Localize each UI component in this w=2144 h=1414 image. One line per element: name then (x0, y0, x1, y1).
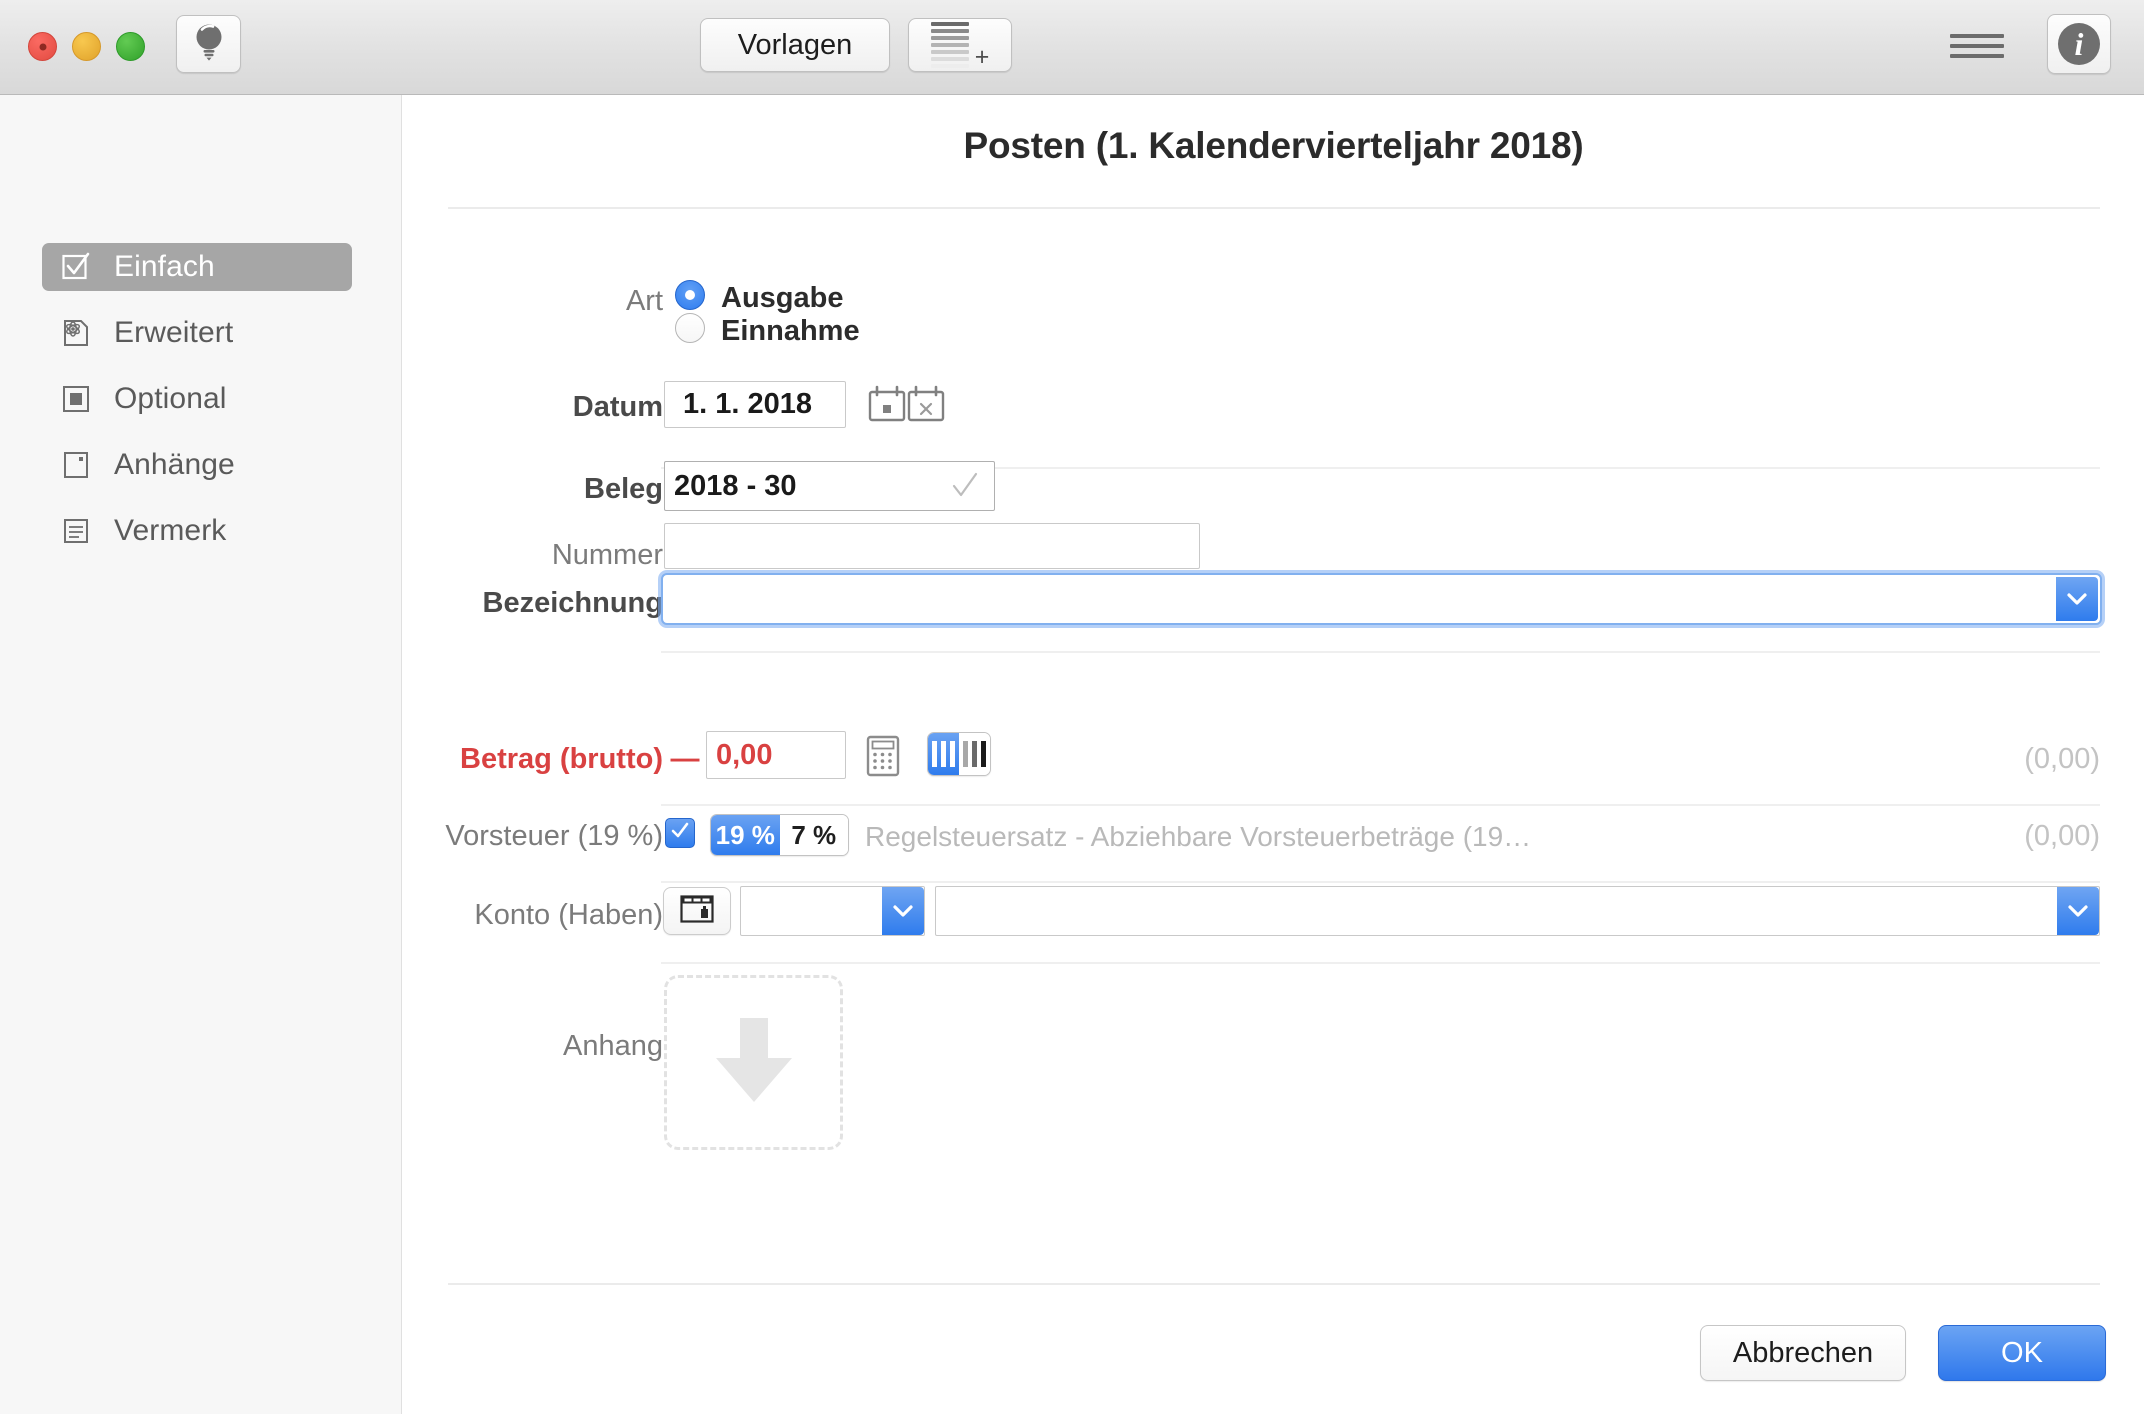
rate-option-19[interactable]: 19 % (711, 815, 780, 855)
beleg-label: Beleg (584, 473, 663, 505)
beleg-input[interactable]: 2018 - 30 (664, 461, 995, 511)
sidebar-item-optional[interactable]: Optional (42, 375, 352, 423)
divider-after-bezeichnung (661, 651, 2100, 653)
betrag-display-toggle[interactable] (927, 732, 991, 776)
sidebar-item-label: Erweitert (114, 316, 234, 349)
nummer-input[interactable] (664, 523, 1200, 569)
datum-input[interactable]: 1. 1. 2018 (664, 381, 846, 428)
sidebar-item-label: Anhänge (114, 448, 235, 481)
page-dot-icon (60, 449, 92, 481)
art-label: Art (625, 285, 663, 317)
templates-button-label: Vorlagen (737, 28, 853, 61)
konto-account-combobox[interactable] (935, 886, 2100, 936)
titlebar: Vorlagen + i (0, 0, 2144, 95)
sidebar-item-vermerk[interactable]: Vermerk (42, 507, 352, 555)
sidebar-item-label: Vermerk (114, 514, 227, 547)
anhang-label: Anhang (563, 1030, 663, 1062)
divider-after-konto (661, 962, 2100, 964)
chevron-down-icon[interactable] (882, 887, 924, 935)
radio-einnahme[interactable] (675, 313, 705, 343)
minimize-window-button[interactable] (72, 32, 101, 61)
divider-after-betrag (661, 804, 2100, 806)
cancel-button-label: Abbrechen (1732, 1336, 1874, 1369)
calendar-clear-icon[interactable] (906, 385, 946, 423)
bars-light-icon (932, 741, 955, 767)
radio-einnahme-label: Einnahme (721, 315, 860, 347)
ok-button-label: OK (2001, 1336, 2043, 1369)
download-arrow-icon (707, 1010, 801, 1115)
beleg-value: 2018 - 30 (674, 469, 797, 502)
rate-option-7[interactable]: 7 % (779, 815, 848, 855)
document-add-icon: + (930, 22, 989, 70)
atom-document-icon (60, 317, 92, 349)
cancel-button[interactable]: Abbrechen (1700, 1325, 1906, 1381)
vorsteuer-computed: (0,00) (2024, 820, 2100, 852)
close-window-button[interactable] (28, 32, 57, 61)
konto-ledger-button[interactable] (663, 887, 731, 935)
sidebar-item-label: Optional (114, 382, 227, 415)
betrag-input[interactable]: 0,00 (706, 731, 846, 779)
tips-button[interactable] (176, 15, 241, 73)
chevron-down-icon[interactable] (2057, 887, 2099, 935)
checkmark-icon (670, 821, 690, 846)
info-icon: i (2058, 23, 2100, 65)
ok-button[interactable]: OK (1938, 1325, 2106, 1381)
filled-square-icon (60, 383, 92, 415)
checkbox-checked-icon (60, 251, 92, 283)
datum-value: 1. 1. 2018 (683, 388, 812, 420)
checkmark-icon (952, 472, 978, 505)
maximize-window-button[interactable] (116, 32, 145, 61)
betrag-computed: (0,00) (2024, 743, 2100, 775)
window-controls (28, 32, 145, 61)
sidebar-item-einfach[interactable]: Einfach (42, 243, 352, 291)
calendar-today-icon[interactable] (867, 385, 907, 423)
betrag-sign: — (670, 743, 700, 775)
bars-dark-icon (963, 741, 986, 767)
sidebar-item-anhaenge[interactable]: Anhänge (42, 441, 352, 489)
bezeichnung-label: Bezeichnung (482, 587, 663, 619)
calculator-icon[interactable] (866, 735, 900, 782)
info-button[interactable]: i (2047, 14, 2111, 74)
sidebar-item-label: Einfach (114, 250, 215, 283)
dialog-content: Posten (1. Kalendervierteljahr 2018) Art… (403, 95, 2144, 1414)
betrag-label: Betrag (brutto) (460, 743, 663, 775)
toggle-option-dark[interactable] (959, 733, 990, 775)
title-divider (448, 207, 2100, 209)
konto-label: Konto (Haben) (474, 899, 663, 931)
vorsteuer-label: Vorsteuer (19 %) (445, 820, 663, 852)
sidebar: Einfach Erweitert Optional Anhänge Verme… (0, 95, 402, 1414)
vorsteuer-description: Regelsteuersatz - Abziehbare Vorsteuerbe… (865, 821, 1532, 852)
divider-after-vorsteuer (661, 881, 2100, 883)
sidebar-nav: Einfach Erweitert Optional Anhänge Verme… (42, 243, 352, 573)
vorsteuer-rate-toggle[interactable]: 19 % 7 % (710, 814, 849, 856)
list-view-button[interactable] (1950, 28, 2004, 64)
toggle-option-light[interactable] (928, 733, 959, 775)
bezeichnung-combobox[interactable] (661, 573, 2102, 625)
sidebar-item-erweitert[interactable]: Erweitert (42, 309, 352, 357)
info-glyph: i (2074, 26, 2084, 62)
datum-label: Datum (572, 391, 663, 423)
lightbulb-icon (193, 22, 225, 67)
nummer-label: Nummer (551, 539, 663, 571)
radio-ausgabe-label: Ausgabe (721, 282, 844, 314)
ledger-window-icon (680, 894, 714, 928)
vorsteuer-checkbox[interactable] (665, 818, 695, 848)
app-window: Vorlagen + i Einfach Erweitert Optional … (0, 0, 2144, 1414)
templates-button[interactable]: Vorlagen (700, 18, 890, 72)
anhang-dropzone[interactable] (664, 975, 843, 1150)
new-entry-button[interactable]: + (908, 18, 1012, 72)
betrag-value: 0,00 (716, 738, 773, 771)
konto-group-combobox[interactable] (740, 886, 925, 936)
footer-divider (448, 1283, 2100, 1285)
note-lines-icon (60, 515, 92, 547)
chevron-down-icon[interactable] (2056, 577, 2098, 621)
page-title: Posten (1. Kalendervierteljahr 2018) (963, 125, 1584, 166)
radio-ausgabe[interactable] (675, 280, 705, 310)
